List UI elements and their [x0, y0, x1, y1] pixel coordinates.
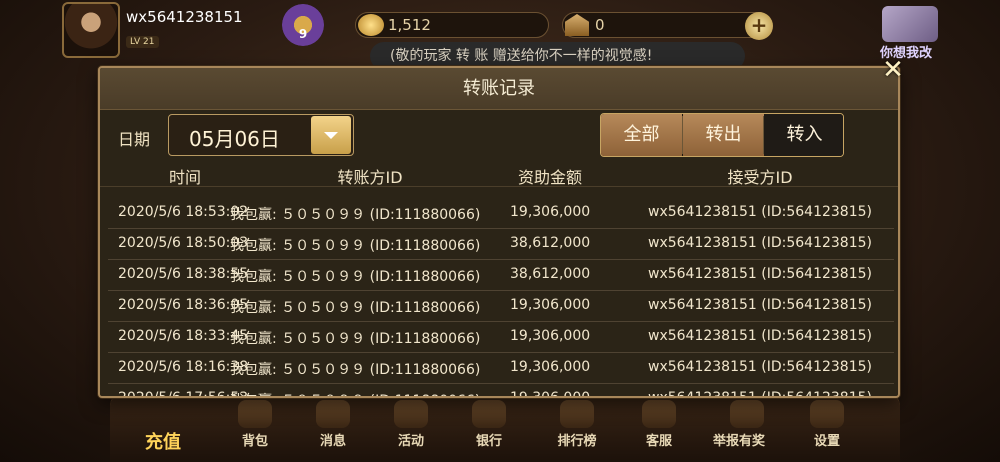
coin-value: 1,512: [388, 16, 431, 34]
filter-all[interactable]: 全部: [601, 114, 682, 156]
record-amount: 19,306,000: [510, 297, 591, 313]
bank-nav-icon: [472, 400, 506, 428]
username: wx5641238151: [126, 8, 243, 26]
chevron-down-icon: [324, 132, 338, 139]
record-receiver: wx5641238151 (ID:564123815): [648, 328, 872, 344]
record-sender: 我包赢: ５０５０９９ (ID:111880066): [230, 331, 481, 347]
activity-icon: [394, 400, 428, 428]
record-receiver: wx5641238151 (ID:564123815): [648, 204, 872, 220]
coin-balance: 1,512: [355, 12, 549, 38]
nav-service[interactable]: 客服: [624, 430, 694, 449]
record-sender: 我包赢: ５０５０９９ (ID:111880066): [230, 269, 481, 285]
date-dropdown-button[interactable]: [311, 116, 351, 154]
dialog-title: 转账记录: [463, 78, 535, 99]
date-label: 日期: [118, 130, 151, 149]
table-row: 2020/5/6 18:50:03 我包赢: ５０５０９９ (ID:111880…: [108, 229, 894, 260]
record-sender: 我包赢: ５０５０９９ (ID:111880066): [230, 207, 481, 223]
nav-bank[interactable]: 银行: [454, 430, 524, 449]
table-row: 2020/5/6 18:33:45 我包赢: ５０５０９９ (ID:111880…: [108, 322, 894, 353]
message-icon: [316, 400, 350, 428]
close-icon[interactable]: ✕: [880, 57, 906, 84]
table-row: 2020/5/6 18:36:05 我包赢: ５０５０９９ (ID:111880…: [108, 291, 894, 322]
record-sender: 我包赢: ５０５０９９ (ID:111880066): [230, 390, 480, 396]
record-receiver: wx5641238151 (ID:564123815): [648, 297, 872, 313]
record-time: 2020/5/6 18:53:02: [118, 204, 249, 220]
bank-icon: [565, 14, 589, 36]
ranking-icon: [560, 400, 594, 428]
transfer-records-dialog: 转账记录 日期 05月06日 全部 转出 转入 时间 转账方ID 资助金额 接受…: [98, 66, 900, 398]
filter-tabs: 全部 转出 转入: [600, 113, 844, 157]
top-bar: wx5641238151 LV 21 9 1,512 0 + 你想我改 (敬的玩…: [0, 0, 1000, 70]
settings-icon: [810, 400, 844, 428]
add-funds-button[interactable]: +: [745, 12, 773, 40]
record-amount: 19,306,000: [510, 328, 591, 344]
avatar[interactable]: [62, 2, 120, 58]
report-icon: [730, 400, 764, 428]
service-icon: [642, 400, 676, 428]
table-row: 2020/5/6 18:53:02 我包赢: ５０５０９９ (ID:111880…: [108, 198, 894, 229]
bank-value: 0: [595, 16, 605, 34]
filter-out[interactable]: 转出: [683, 114, 764, 156]
record-receiver: wx5641238151 (ID:564123815): [648, 359, 872, 375]
bank-balance: 0 +: [562, 12, 773, 40]
dialog-header: 转账记录: [100, 68, 898, 110]
column-header-amount: 资助金额: [517, 168, 582, 187]
column-header-receiver: 接受方ID: [727, 168, 793, 187]
nav-ranking[interactable]: 排行榜: [542, 430, 612, 449]
backpack-icon: [238, 400, 272, 428]
record-time: 2020/5/6 18:16:38: [118, 359, 249, 375]
column-header-sender: 转账方ID: [337, 168, 403, 187]
record-time: 2020/5/6 18:36:05: [118, 297, 249, 313]
record-amount: 19,306,000: [510, 390, 591, 398]
column-header-time: 时间: [168, 168, 201, 187]
record-sender: 我包赢: ５０５０９９ (ID:111880066): [230, 362, 481, 378]
bottom-nav: 充值 背包 消息 活动 银行 排行榜 客服 举报有奖 设置: [110, 392, 900, 462]
nav-report[interactable]: 举报有奖: [694, 430, 784, 449]
record-amount: 19,306,000: [510, 359, 591, 375]
record-amount: 38,612,000: [510, 235, 591, 251]
record-receiver: wx5641238151 (ID:564123815): [648, 266, 872, 282]
record-receiver: wx5641238151 (ID:564123815): [648, 235, 872, 251]
record-time: 2020/5/6 18:38:55: [118, 266, 249, 282]
nav-recharge[interactable]: 充值: [128, 428, 198, 454]
table-row: 2020/5/6 18:38:55 我包赢: ５０５０９９ (ID:111880…: [108, 260, 894, 291]
nav-backpack[interactable]: 背包: [220, 430, 290, 449]
nav-activity[interactable]: 活动: [376, 430, 446, 449]
record-amount: 38,612,000: [510, 266, 591, 282]
level-badge: LV 21: [126, 36, 159, 48]
record-time: 2020/5/6 17:56:53: [118, 390, 249, 398]
record-time: 2020/5/6 18:33:45: [118, 328, 249, 344]
nav-settings[interactable]: 设置: [792, 430, 862, 449]
vip-crown-icon[interactable]: 9: [282, 4, 324, 46]
edit-profile-icon[interactable]: [882, 6, 938, 42]
table-row: 2020/5/6 18:16:38 我包赢: ５０５０９９ (ID:111880…: [108, 353, 894, 384]
header-divider: [100, 186, 898, 187]
record-sender: 我包赢: ５０５０９９ (ID:111880066): [230, 238, 481, 254]
table-row: 2020/5/6 17:56:53 我包赢: ５０５０９９ (ID:111880…: [108, 384, 894, 398]
records-list[interactable]: 2020/5/6 18:53:02 我包赢: ５０５０９９ (ID:111880…: [100, 198, 898, 398]
nav-messages[interactable]: 消息: [298, 430, 368, 449]
record-sender: 我包赢: ５０５０９９ (ID:111880066): [230, 300, 481, 316]
record-receiver: wx5641238151 (ID:564123815): [648, 390, 872, 398]
date-select[interactable]: 05月06日: [168, 114, 354, 156]
record-time: 2020/5/6 18:50:03: [118, 235, 249, 251]
record-amount: 19,306,000: [510, 204, 591, 220]
date-value: 05月06日: [189, 127, 280, 151]
filter-in[interactable]: 转入: [764, 114, 843, 156]
coin-icon: [358, 14, 384, 36]
